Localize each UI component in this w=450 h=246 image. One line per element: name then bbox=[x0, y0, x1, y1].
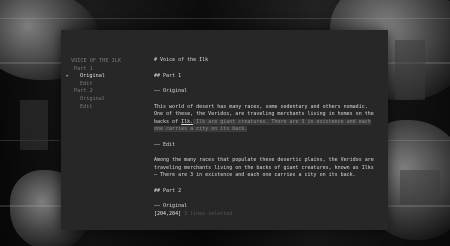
part-1-original-label: —— Original bbox=[154, 88, 188, 95]
part-1-edit-label: —— Edit bbox=[154, 141, 176, 148]
editor-window: VOICE OF THE ILK Part 1 ▸ Original Edit P… bbox=[61, 30, 388, 230]
status-line: [204,204] 3 lines selected bbox=[154, 211, 376, 218]
sidebar-item-part-2-edit[interactable]: Edit bbox=[61, 104, 143, 112]
sidebar-item-part-2-original[interactable]: Original bbox=[61, 96, 143, 104]
selection-info: 3 lines selected bbox=[184, 210, 233, 217]
part-1-heading: ## Part 1 bbox=[154, 72, 182, 79]
sidebar-item-label: Part 2 bbox=[74, 88, 93, 95]
cursor-position: [204,204] bbox=[154, 210, 182, 217]
sidebar-item-part-1-original[interactable]: ▸ Original bbox=[61, 73, 143, 81]
sidebar-item-part-1-edit[interactable]: Edit bbox=[61, 81, 143, 89]
part-1-edit-paragraph: Among the many races that populate these… bbox=[154, 157, 374, 178]
underlined-word: Ilk. bbox=[181, 118, 194, 125]
sidebar-item-label: Original bbox=[80, 73, 105, 80]
text-editor-area[interactable]: # Voice of the Ilk ## Part 1 —— Original… bbox=[154, 57, 376, 218]
document-outline-sidebar: VOICE OF THE ILK Part 1 ▸ Original Edit P… bbox=[61, 30, 143, 230]
document-title-line: # Voice of the Ilk bbox=[154, 57, 209, 63]
sidebar-item-part-1[interactable]: Part 1 bbox=[61, 66, 143, 74]
sidebar-item-part-2[interactable]: Part 2 bbox=[61, 88, 143, 96]
sidebar-item-label: Edit bbox=[80, 80, 93, 87]
part-2-heading: ## Part 2 bbox=[154, 187, 182, 194]
sidebar-item-document-title[interactable]: VOICE OF THE ILK bbox=[61, 58, 143, 66]
sidebar-item-label: Part 1 bbox=[74, 65, 93, 72]
sidebar-item-label: Edit bbox=[80, 103, 93, 110]
sidebar-item-label: Original bbox=[80, 95, 105, 102]
part-1-original-paragraph: This world of desert has many races, som… bbox=[154, 104, 376, 134]
current-item-marker-icon: ▸ bbox=[66, 73, 70, 80]
sidebar-item-label: VOICE OF THE ILK bbox=[71, 58, 121, 64]
part-2-original-label: —— Original bbox=[154, 203, 188, 210]
